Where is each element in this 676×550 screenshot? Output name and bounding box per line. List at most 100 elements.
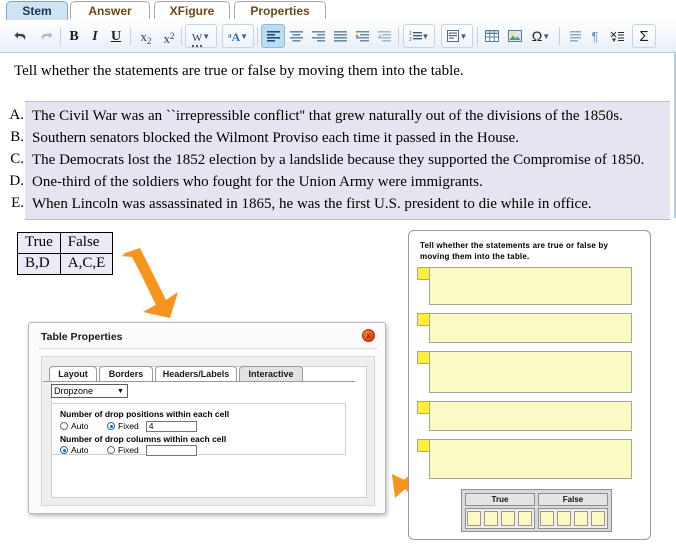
drop-slot[interactable] <box>540 511 554 526</box>
line-spacing-button[interactable] <box>563 24 585 48</box>
dropzone-options-fieldset: Number of drop positions within each cel… <box>51 403 346 456</box>
drop-columns-fixed-label: Fixed <box>118 445 139 455</box>
stem-prompt: Tell whether the statements are true or … <box>14 63 464 79</box>
statement-list[interactable]: The Civil War was an ``irrepressible con… <box>25 101 670 220</box>
paragraph-format-button[interactable]: ▼ <box>441 24 473 48</box>
redo-icon[interactable] <box>34 24 58 48</box>
pilcrow-button[interactable]: ¶ <box>585 24 605 48</box>
list-button[interactable]: 1 2 ▼ <box>403 24 435 48</box>
drop-slot[interactable] <box>467 511 481 526</box>
indent-decrease-button[interactable] <box>373 24 395 48</box>
answer-table[interactable]: True False B,D A,C,E <box>17 232 114 275</box>
drop-positions-auto-label: Auto <box>71 421 89 431</box>
table-row: B,D A,C,E <box>17 253 114 275</box>
drop-columns-label: Number of drop columns within each cell <box>60 434 227 444</box>
preview-header-true: True <box>465 493 535 506</box>
close-icon[interactable]: x <box>362 329 375 342</box>
insert-image-button[interactable] <box>504 24 526 48</box>
align-center-button[interactable] <box>285 24 307 48</box>
indent-increase-button[interactable] <box>351 24 373 48</box>
list-item[interactable]: One-third of the soldiers who fought for… <box>25 171 670 193</box>
preview-panel[interactable]: Tell whether the statements are true or … <box>408 230 651 540</box>
tab-stem[interactable]: Stem <box>6 1 68 21</box>
tab-answer[interactable]: Answer <box>70 1 150 19</box>
subscript-button[interactable]: x2 <box>134 24 158 48</box>
list-item[interactable] <box>429 439 632 479</box>
dialog-divider <box>39 348 377 349</box>
math-equation-button[interactable] <box>605 24 629 48</box>
list-item[interactable]: Southern senators blocked the Wilmont Pr… <box>25 127 670 149</box>
list-item[interactable]: The Democrats lost the 1852 election by … <box>25 149 670 171</box>
undo-icon[interactable] <box>8 24 32 48</box>
drop-columns-auto-label: Auto <box>71 445 89 455</box>
tab-xfigure-label: XFigure <box>169 4 215 18</box>
drop-positions-label: Number of drop positions within each cel… <box>60 409 230 419</box>
text-style-button[interactable]: ᵃA▼ <box>222 24 254 48</box>
tab-properties-label: Properties <box>250 4 310 18</box>
tab-interactive-label: Interactive <box>248 369 294 379</box>
drop-slot[interactable] <box>557 511 571 526</box>
drop-columns-auto-radio[interactable] <box>60 446 68 454</box>
statement-letter: E. <box>11 195 24 211</box>
drop-columns-fixed-radio[interactable] <box>107 446 115 454</box>
answer-table-cell-true: B,D <box>17 253 61 275</box>
drop-slot[interactable] <box>484 511 498 526</box>
align-right-button[interactable] <box>307 24 329 48</box>
tab-headers-labels[interactable]: Headers/Labels <box>155 366 237 381</box>
tab-xfigure[interactable]: XFigure <box>154 1 230 19</box>
underline-button[interactable]: U <box>105 24 127 48</box>
special-character-button[interactable]: Ω▼ <box>527 24 555 48</box>
tab-properties[interactable]: Properties <box>234 1 326 19</box>
remove-format-button[interactable]: W▼ <box>185 24 217 48</box>
tab-interactive[interactable]: Interactive <box>239 366 303 381</box>
tab-borders-label: Borders <box>108 369 144 379</box>
answer-table-header-false: False <box>59 232 114 254</box>
superscript-button[interactable]: x2 <box>157 24 181 48</box>
arrow-to-dialog-icon <box>110 248 190 320</box>
dialog-title: Table Properties <box>41 331 123 343</box>
sigma-button[interactable]: Σ <box>632 24 656 48</box>
preview-dropzone-table[interactable]: True False <box>461 489 612 532</box>
list-item[interactable]: The Civil War was an ``irrepressible con… <box>25 105 670 127</box>
tab-layout[interactable]: Layout <box>49 366 97 381</box>
drop-slot[interactable] <box>518 511 532 526</box>
tab-borders[interactable]: Borders <box>99 366 153 381</box>
statement-letter: A. <box>9 107 24 123</box>
table-row: True False <box>17 232 114 254</box>
editor-toolbar: B I U x2 x2 W▼ ᵃA▼ 1 2 ▼ ▼ Ω▼ ¶ Σ <box>0 20 676 53</box>
statement-letter: B. <box>10 129 24 145</box>
chevron-down-icon: ▼ <box>117 388 124 395</box>
answer-table-cell-false: A,C,E <box>59 253 114 275</box>
bold-button[interactable]: B <box>63 24 85 48</box>
insert-table-button[interactable] <box>481 24 503 48</box>
list-item[interactable]: When Lincoln was assassinated in 1865, h… <box>25 193 670 215</box>
answer-table-header-true: True <box>17 232 61 254</box>
statement-letter: D. <box>9 173 24 189</box>
align-justify-button[interactable] <box>329 24 351 48</box>
drop-slot[interactable] <box>574 511 588 526</box>
list-item[interactable] <box>429 267 632 305</box>
tab-answer-label: Answer <box>88 4 132 18</box>
svg-text:2: 2 <box>409 37 412 42</box>
list-item[interactable] <box>429 351 632 393</box>
editor-tab-bar: Stem Answer XFigure Properties <box>0 0 676 21</box>
statement-letter: C. <box>10 151 24 167</box>
drop-columns-value-input[interactable] <box>146 445 197 456</box>
align-left-button[interactable] <box>261 24 285 48</box>
drop-positions-auto-radio[interactable] <box>60 422 68 430</box>
drop-positions-fixed-label: Fixed <box>118 421 139 431</box>
table-properties-dialog[interactable]: Table Properties x Layout Borders Header… <box>28 322 386 514</box>
drop-slot[interactable] <box>591 511 605 526</box>
tab-layout-label: Layout <box>58 369 88 379</box>
tab-headers-labels-label: Headers/Labels <box>162 369 230 379</box>
drop-slot[interactable] <box>501 511 515 526</box>
dialog-tabs-underline <box>43 381 355 382</box>
italic-button[interactable]: I <box>85 24 105 48</box>
statement-letters: A. B. C. D. E. <box>6 104 24 214</box>
list-item[interactable] <box>429 401 632 431</box>
stem-editor-body[interactable]: Tell whether the statements are true or … <box>0 53 676 220</box>
tab-stem-label: Stem <box>22 4 52 18</box>
drop-positions-fixed-radio[interactable] <box>107 422 115 430</box>
list-item[interactable] <box>429 313 632 343</box>
drop-positions-value-input[interactable]: 4 <box>146 421 197 432</box>
